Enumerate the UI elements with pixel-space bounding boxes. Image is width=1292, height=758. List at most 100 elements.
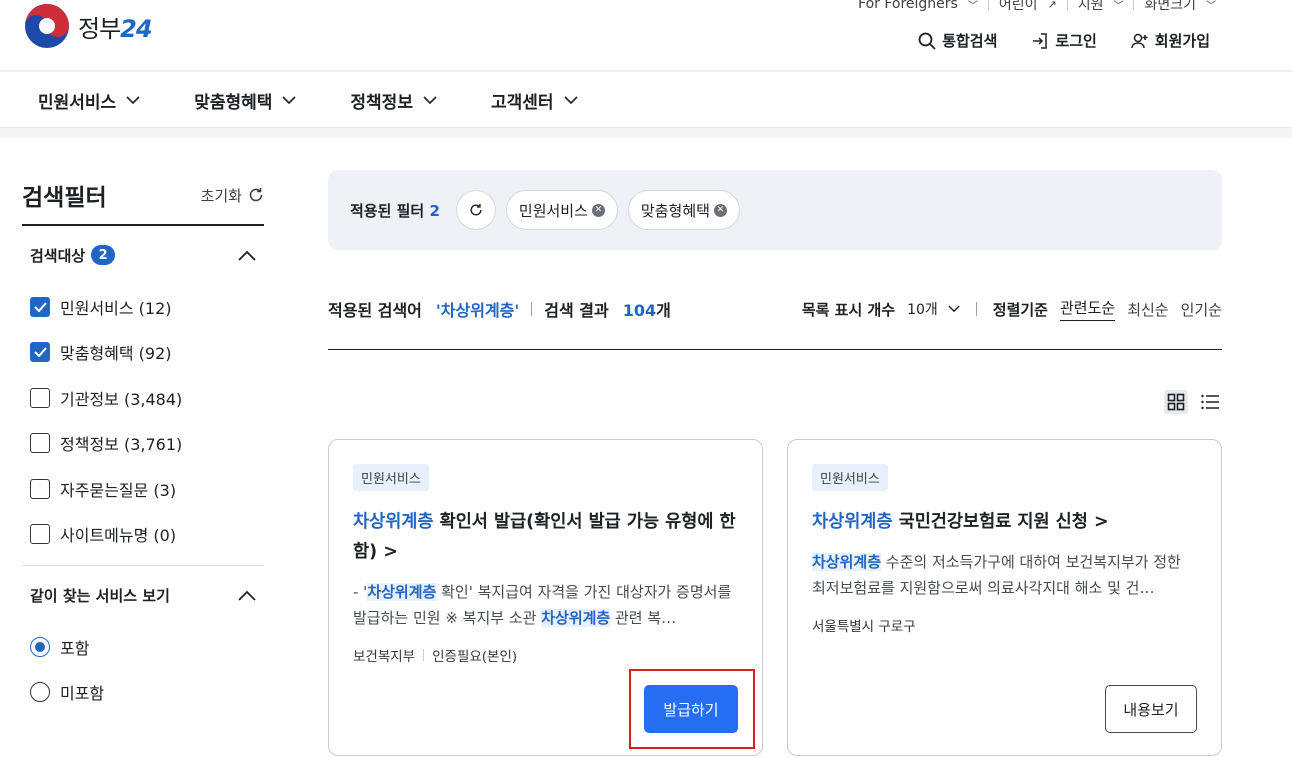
close-icon[interactable]: ✕ bbox=[591, 203, 605, 217]
filter-title: 검색필터 bbox=[22, 185, 107, 211]
sort-popular[interactable]: 인기순 bbox=[1181, 299, 1222, 320]
sort-latest[interactable]: 최신순 bbox=[1127, 299, 1168, 320]
kids-link[interactable]: 어린이 bbox=[999, 0, 1038, 14]
checkbox-label: 민원서비스 (12) bbox=[60, 298, 172, 318]
result-card: 민원서비스 차상위계층 국민건강보험료 지원 신청 > 차상위계층 수준의 저소… bbox=[787, 439, 1222, 756]
checkbox-label: 사이트메뉴명 (0) bbox=[60, 526, 177, 546]
checkbox-agency-info[interactable]: 기관정보 (3,484) bbox=[30, 375, 256, 421]
category-tag: 민원서비스 bbox=[812, 464, 888, 491]
gnb-item-policy-info[interactable]: 정책정보 bbox=[350, 88, 437, 113]
checkbox-site-menu[interactable]: 사이트메뉴명 (0) bbox=[30, 512, 256, 558]
gnb-item-customer-center[interactable]: 고객센터 bbox=[491, 88, 578, 113]
divider bbox=[975, 302, 977, 316]
checkbox-label: 정책정보 (3,761) bbox=[60, 435, 183, 455]
highlight-box bbox=[629, 669, 755, 749]
result-label: 검색 결과 bbox=[544, 301, 609, 320]
integrated-search-label: 통합검색 bbox=[942, 32, 998, 50]
auth-requirement: 인증필요(본인) bbox=[432, 649, 518, 665]
grid-view-button[interactable] bbox=[1164, 390, 1188, 414]
utility-menu: For Foreigners ﹀ 어린이 ↗ 지원 ﹀ 화면크기 ﹀ bbox=[858, 0, 1216, 14]
search-icon bbox=[918, 32, 936, 50]
signup-button[interactable]: 회원가입 bbox=[1131, 30, 1210, 51]
divider bbox=[987, 0, 989, 10]
search-target-header[interactable]: 검색대상 2 bbox=[30, 226, 256, 284]
logo[interactable]: 정부24 bbox=[22, 2, 153, 50]
applied-filter-label: 적용된 필터 2 bbox=[350, 201, 440, 220]
sort-relevance[interactable]: 관련도순 bbox=[1059, 297, 1116, 321]
similar-service-header[interactable]: 같이 찾는 서비스 보기 bbox=[30, 566, 256, 624]
list-controls: 목록 표시 개수 10개 정렬기준 관련도순 최신순 인기순 bbox=[802, 292, 1222, 326]
card-meta: 서울특별시 구로구 bbox=[812, 615, 1197, 635]
chevron-down-icon bbox=[126, 96, 140, 105]
page-size-select[interactable]: 10개 bbox=[907, 299, 960, 319]
checkbox-custom-benefit[interactable]: 맞춤형혜택 (92) bbox=[30, 330, 256, 376]
gnb-label: 맞춤형혜택 bbox=[194, 93, 273, 113]
taegeuk-logo-icon bbox=[25, 4, 69, 48]
search-results-main: 적용된 필터 2 민원서비스 ✕ 맞춤형혜택 ✕ 적용된 검색어 '차상위계층'… bbox=[328, 170, 1222, 756]
radio-exclude[interactable]: 미포함 bbox=[30, 670, 256, 716]
card-description: 차상위계층 수준의 저소득가구에 대하여 보건복지부가 정한 최저보험료를 지원… bbox=[812, 553, 1181, 597]
header: 정부24 For Foreigners ﹀ 어린이 ↗ 지원 ﹀ 화면크기 ﹀ … bbox=[0, 0, 1292, 70]
card-title-link[interactable]: 차상위계층 확인서 발급(확인서 발급 가능 유형에 한함) > bbox=[353, 507, 738, 567]
grid-icon bbox=[1167, 393, 1185, 411]
reset-label: 초기화 bbox=[200, 186, 242, 205]
radio-button[interactable] bbox=[30, 682, 50, 703]
gnb-label: 민원서비스 bbox=[38, 93, 117, 113]
login-button[interactable]: 로그인 bbox=[1031, 30, 1097, 51]
checkbox-label: 기관정보 (3,484) bbox=[60, 389, 183, 409]
user-plus-icon bbox=[1131, 33, 1148, 48]
checkbox[interactable] bbox=[30, 387, 50, 408]
checkbox[interactable] bbox=[30, 342, 50, 363]
result-summary-row: 적용된 검색어 '차상위계층' 검색 결과 104개 목록 표시 개수 10개 … bbox=[328, 292, 1222, 350]
checkbox-faq[interactable]: 자주묻는질문 (3) bbox=[30, 466, 256, 512]
chevron-down-icon: ﹀ bbox=[1206, 0, 1216, 12]
check-icon bbox=[33, 347, 47, 358]
card-description: - '차상위계층 확인' 복지급여 자격을 가진 대상자가 증명서를 발급하는 … bbox=[353, 583, 732, 627]
chevron-down-icon: ﹀ bbox=[1113, 0, 1124, 12]
page-size-value: 10개 bbox=[907, 302, 938, 318]
checkbox[interactable] bbox=[30, 433, 50, 454]
gnb-item-custom-benefit[interactable]: 맞춤형혜택 bbox=[194, 88, 296, 113]
checkbox[interactable] bbox=[30, 296, 50, 317]
search-filter-sidebar: 검색필터 초기화 검색대상 2 민원서비스 (12) 맞춤형혜택 (92) 기관… bbox=[22, 180, 264, 715]
chip-label: 맞춤형혜택 bbox=[640, 201, 710, 220]
keyword-label: 적용된 검색어 bbox=[328, 301, 422, 320]
check-icon bbox=[33, 302, 47, 312]
filter-chip-civil-service[interactable]: 민원서비스 ✕ bbox=[505, 190, 618, 230]
integrated-search-button[interactable]: 통합검색 bbox=[918, 30, 997, 51]
divider bbox=[1066, 0, 1068, 10]
chevron-up-icon bbox=[238, 250, 256, 261]
login-icon bbox=[1033, 32, 1048, 49]
view-details-button[interactable]: 내용보기 bbox=[1105, 685, 1197, 733]
screen-size-menu[interactable]: 화면크기 bbox=[1144, 0, 1196, 14]
chevron-down-icon bbox=[282, 96, 296, 105]
radio-label: 미포함 bbox=[60, 684, 105, 704]
gnb-item-civil-service[interactable]: 민원서비스 bbox=[38, 88, 140, 113]
radio-include[interactable]: 포함 bbox=[30, 624, 256, 670]
checkbox-label: 맞춤형혜택 (92) bbox=[60, 344, 172, 364]
gnb-label: 고객센터 bbox=[490, 93, 554, 113]
radio-button[interactable] bbox=[30, 636, 50, 657]
chevron-down-icon bbox=[948, 305, 960, 313]
checkbox[interactable] bbox=[30, 524, 50, 545]
result-summary: 적용된 검색어 '차상위계층' 검색 결과 104개 bbox=[328, 292, 671, 326]
page-size-label: 목록 표시 개수 bbox=[801, 300, 896, 319]
list-view-button[interactable] bbox=[1198, 390, 1222, 414]
checkbox-label: 자주묻는질문 (3) bbox=[60, 480, 177, 500]
similar-service-section: 같이 찾는 서비스 보기 포함 미포함 bbox=[22, 566, 264, 715]
support-menu[interactable]: 지원 bbox=[1078, 0, 1104, 14]
divider bbox=[423, 649, 425, 661]
applied-filter-bar: 적용된 필터 2 민원서비스 ✕ 맞춤형혜택 ✕ bbox=[328, 170, 1222, 250]
reset-applied-filter-button[interactable] bbox=[455, 190, 496, 230]
card-title-link[interactable]: 차상위계층 국민건강보험료 지원 신청 > bbox=[812, 507, 1197, 537]
checkbox-civil-service[interactable]: 민원서비스 (12) bbox=[30, 284, 256, 330]
checkbox[interactable] bbox=[30, 478, 50, 499]
reset-filter-button[interactable]: 초기화 bbox=[201, 185, 264, 206]
for-foreigners-link[interactable]: For Foreigners bbox=[858, 0, 958, 12]
filter-chip-custom-benefit[interactable]: 맞춤형혜택 ✕ bbox=[627, 190, 740, 230]
login-label: 로그인 bbox=[1055, 32, 1097, 50]
chevron-down-icon bbox=[563, 96, 578, 105]
chip-label: 민원서비스 bbox=[518, 201, 588, 220]
checkbox-policy-info[interactable]: 정책정보 (3,761) bbox=[30, 421, 256, 467]
close-icon[interactable]: ✕ bbox=[713, 203, 727, 217]
